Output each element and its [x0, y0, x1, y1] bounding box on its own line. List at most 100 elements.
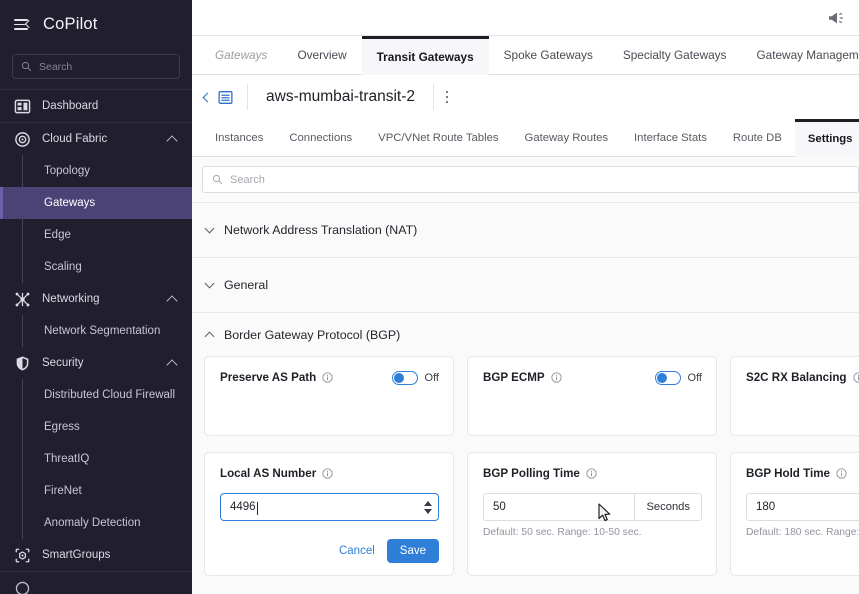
search-icon — [21, 61, 32, 72]
toggle-bgp-ecmp[interactable]: Off — [655, 371, 702, 385]
info-icon[interactable] — [836, 468, 847, 479]
sidebar-item-threatiq[interactable]: ThreatIQ — [0, 443, 192, 475]
sidebar-search-input[interactable]: Search — [12, 54, 180, 79]
stepper-down-icon[interactable] — [424, 509, 432, 514]
input-value[interactable]: 50 — [484, 494, 634, 520]
sidebar-item-label: Topology — [44, 165, 90, 177]
info-icon[interactable] — [853, 372, 859, 383]
sidebar-item-label: SmartGroups — [42, 549, 192, 561]
sidebar-item-label: Dashboard — [42, 100, 192, 112]
input-value[interactable]: 180 — [747, 494, 859, 520]
network-nodes-icon — [14, 291, 31, 308]
card-bgp-ecmp: BGP ECMP Off — [467, 356, 717, 436]
bgp-hold-time-input-group[interactable]: 180 — [746, 493, 859, 521]
sidebar-item-label: ThreatIQ — [44, 453, 89, 465]
sidebar-item-firenet[interactable]: FireNet — [0, 475, 192, 507]
card-title-row: S2C RX Balancing — [746, 371, 859, 384]
tab-transit-gateways[interactable]: Transit Gateways — [362, 36, 489, 74]
subtab-vpc-vnet-route-tables[interactable]: VPC/VNet Route Tables — [365, 119, 511, 156]
section-title: Border Gateway Protocol (BGP) — [224, 328, 400, 342]
sidebar-brand: CoPilot — [0, 0, 192, 48]
info-icon[interactable] — [586, 468, 597, 479]
back-button[interactable] — [204, 90, 247, 105]
more-vertical-icon[interactable] — [434, 91, 460, 104]
list-view-icon — [218, 90, 233, 105]
subtab-interface-stats[interactable]: Interface Stats — [621, 119, 720, 156]
sidebar-item-label: Anomaly Detection — [44, 517, 141, 529]
sidebar-item-gateways[interactable]: Gateways — [0, 187, 192, 219]
sidebar-item-topology[interactable]: Topology — [0, 155, 192, 187]
stepper-up-icon[interactable] — [424, 501, 432, 506]
settings-search-row: Search — [192, 157, 859, 202]
sidebar-item-label: Distributed Cloud Firewall — [44, 389, 175, 401]
section-header-nat[interactable]: Network Address Translation (NAT) — [192, 202, 859, 257]
toggle-switch[interactable] — [655, 371, 681, 385]
subtab-settings[interactable]: Settings — [795, 119, 859, 156]
toggle-knob — [394, 373, 404, 383]
sidebar-item-distributed-cloud-firewall[interactable]: Distributed Cloud Firewall — [0, 379, 192, 411]
info-icon[interactable] — [551, 372, 562, 383]
main-content: Gateways Overview Transit Gateways Spoke… — [192, 0, 859, 594]
sidebar-item-security[interactable]: Security — [0, 347, 192, 379]
local-as-number-input[interactable]: 4496 — [220, 493, 439, 521]
tab-overview[interactable]: Overview — [282, 36, 361, 74]
sidebar-children-networking: Network Segmentation — [0, 315, 192, 347]
chevron-up-icon[interactable] — [166, 359, 177, 370]
sidebar-item-label: Security — [42, 357, 157, 369]
sidebar-item-label: Networking — [42, 293, 157, 305]
bgp-cards-row-1: Preserve AS Path Off BGP ECMP — [192, 356, 859, 436]
sidebar-item-edge[interactable]: Edge — [0, 219, 192, 251]
tab-spoke-gateways[interactable]: Spoke Gateways — [489, 36, 608, 74]
tab-specialty-gateways[interactable]: Specialty Gateways — [608, 36, 742, 74]
gateway-header: aws-mumbai-transit-2 — [192, 75, 859, 119]
sidebar-item-anomaly-detection[interactable]: Anomaly Detection — [0, 507, 192, 539]
sidebar-children-security: Distributed Cloud Firewall Egress Threat… — [0, 379, 192, 539]
top-bar — [192, 0, 859, 36]
helper-text: Default: 180 sec. Range: 12- — [746, 527, 859, 538]
tab-gateway-management[interactable]: Gateway Management — [741, 36, 859, 74]
local-as-number-field-wrap: 4496 — [220, 493, 439, 521]
settings-search-input[interactable]: Search — [202, 166, 859, 193]
text-caret — [257, 502, 258, 515]
sidebar-item-cloud-fabric[interactable]: Cloud Fabric — [0, 123, 192, 155]
subtab-gateway-routes[interactable]: Gateway Routes — [512, 119, 622, 156]
collapse-menu-icon[interactable] — [14, 17, 32, 31]
toggle-switch[interactable] — [392, 371, 418, 385]
info-icon[interactable] — [322, 468, 333, 479]
megaphone-icon[interactable] — [827, 10, 847, 26]
chevron-down-icon — [205, 278, 215, 288]
sidebar-item-networking[interactable]: Networking — [0, 283, 192, 315]
sidebar-item-smartgroups[interactable]: SmartGroups — [0, 539, 192, 571]
sidebar-item-partial[interactable] — [0, 572, 192, 594]
subtab-route-db[interactable]: Route DB — [720, 119, 795, 156]
card-title: Local AS Number — [220, 467, 316, 480]
save-button[interactable]: Save — [387, 539, 439, 563]
toggle-state-label: Off — [425, 372, 439, 384]
card-bgp-hold-time: BGP Hold Time 180 Default: 180 sec. Rang… — [730, 452, 859, 576]
bgp-polling-time-input-group[interactable]: 50 Seconds — [483, 493, 702, 521]
card-title-row: BGP Polling Time — [483, 467, 702, 480]
sidebar-item-network-segmentation[interactable]: Network Segmentation — [0, 315, 192, 347]
cancel-button[interactable]: Cancel — [339, 545, 375, 557]
page-title: aws-mumbai-transit-2 — [248, 88, 433, 106]
chevron-up-icon[interactable] — [166, 295, 177, 306]
subtab-instances[interactable]: Instances — [202, 119, 276, 156]
cloud-icon — [14, 580, 31, 594]
subtab-connections[interactable]: Connections — [276, 119, 365, 156]
number-stepper[interactable] — [424, 501, 432, 514]
section-header-bgp[interactable]: Border Gateway Protocol (BGP) — [192, 312, 859, 356]
sidebar-item-egress[interactable]: Egress — [0, 411, 192, 443]
sidebar-search-wrap: Search — [0, 48, 192, 89]
chevron-up-icon[interactable] — [166, 135, 177, 146]
settings-search-placeholder: Search — [230, 174, 265, 186]
sidebar-item-scaling[interactable]: Scaling — [0, 251, 192, 283]
toggle-preserve-as-path[interactable]: Off — [392, 371, 439, 385]
card-title: Preserve AS Path — [220, 371, 316, 384]
card-title: S2C RX Balancing — [746, 371, 847, 384]
section-header-general[interactable]: General — [192, 257, 859, 312]
search-icon — [212, 174, 223, 185]
target-icon — [14, 131, 31, 148]
info-icon[interactable] — [322, 372, 333, 383]
sidebar-item-dashboard[interactable]: Dashboard — [0, 90, 192, 122]
breadcrumb-gateways: Gateways — [200, 36, 282, 74]
